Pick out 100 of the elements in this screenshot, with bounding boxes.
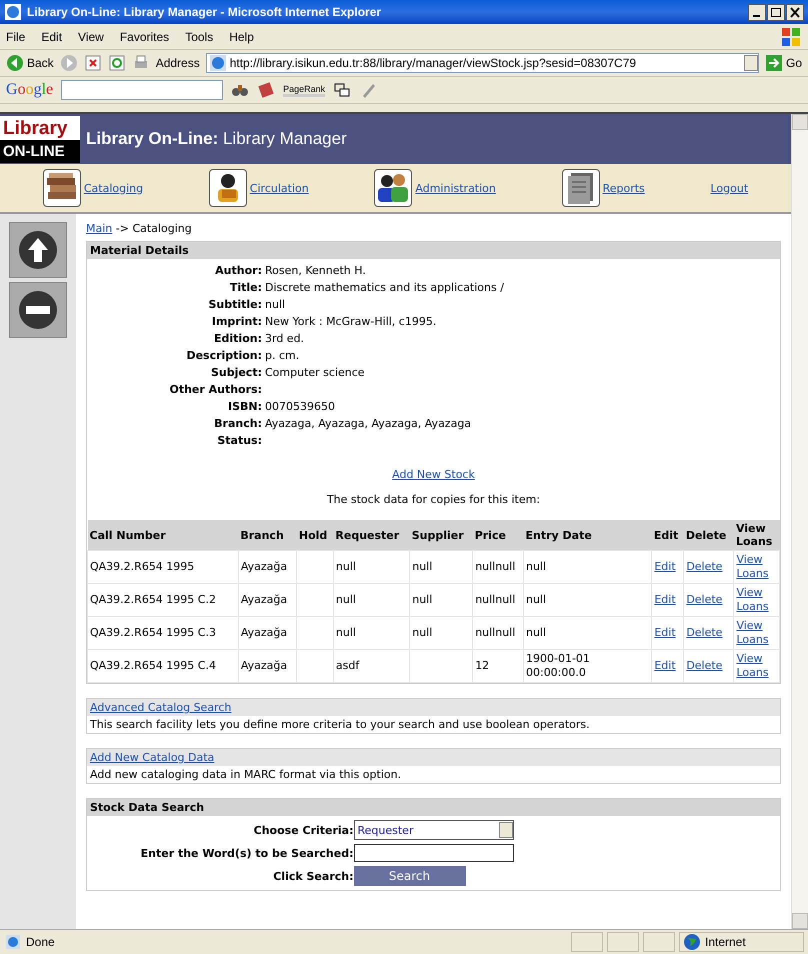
table-cell: null [526,626,546,639]
menu-item[interactable]: Help [229,30,254,44]
breadcrumb-text: -> Cataloging [116,222,192,235]
field-label: Choose Criteria: [252,824,354,836]
people-icon[interactable] [374,169,412,207]
table-cell: Ayazağa [240,593,288,606]
section-heading: Stock Data Search [87,799,780,816]
browser-icon [4,3,22,21]
close-icon[interactable] [786,4,804,20]
refresh-icon[interactable] [108,54,126,72]
stock-note: The stock data for copies for this item: [326,493,540,506]
status-pane [643,932,675,952]
field-label: ISBN: [226,399,262,415]
field-label: Other Authors: [168,382,262,398]
search-button[interactable]: Search [354,866,466,886]
table-cell: null [412,560,432,573]
address-label: Address [156,56,200,70]
field-label: Click Search: [272,870,354,882]
field-value: Computer science [265,366,365,379]
nav-link[interactable]: Circulation [250,182,309,194]
column-header: Delete [686,528,726,542]
table-cell: 1900-01-01 00:00:00.0 [526,652,590,679]
table-cell: nullnull [475,560,516,573]
section-link[interactable]: Add New Catalog Data [90,751,214,764]
column-header: Call Number [90,528,166,542]
add-stock-link[interactable]: Add New Stock [392,468,475,481]
address-field[interactable]: http://library.isikun.edu.tr:88/library/manager/viewStock.jsp?sesid=08307C79 [206,53,759,73]
table-cell: QA39.2.R654 1995 C.3 [90,626,216,639]
nav-link[interactable]: Reports [602,182,645,194]
go-button[interactable]: Go [764,54,802,72]
menu-item[interactable]: File [6,30,26,44]
remove-button[interactable] [9,282,67,338]
windows-flag-icon [780,26,802,48]
column-header: Hold [298,528,328,542]
reader-icon[interactable] [208,169,247,207]
nav-link[interactable]: Logout [710,182,748,194]
pagerank-meter: PageRank [283,84,326,96]
google-logo[interactable]: Google [6,81,54,99]
status-pane [571,932,603,952]
back-button[interactable]: Back [6,54,54,72]
window-title: Library On-Line: Library Manager - Microsoft Internet Explorer [27,5,382,19]
search-input[interactable] [354,844,514,862]
field-value: Rosen, Kenneth H. [265,264,366,277]
field-label: Imprint: [210,314,262,330]
stop-icon[interactable] [84,54,102,72]
table-cell: QA39.2.R654 1995 C.4 [90,659,216,672]
page-icon [4,933,22,951]
search-field[interactable] [61,80,224,100]
globe-icon [683,933,701,951]
column-header: View Loans [736,522,772,548]
field-label: Subject: [210,365,262,381]
zone-text: Internet [705,935,746,949]
table-cell: Ayazağa [240,560,288,573]
maximize-icon[interactable] [767,4,785,20]
field-label: Subtitle: [207,297,262,313]
field-value: New York : McGraw-Hill, c1995. [265,315,436,328]
menu-item[interactable]: View [78,30,104,44]
status-pane [607,932,639,952]
menu-item[interactable]: Edit [41,30,62,44]
menu-item[interactable]: Tools [185,30,214,44]
table-cell: asdf [336,659,360,672]
column-header: Edit [654,528,678,542]
table-cell: QA39.2.R654 1995 [90,560,194,573]
field-value: 3rd ed. [265,332,304,345]
section-description: Add new cataloging data in MARC format via this option. [89,767,402,783]
books-icon[interactable] [42,169,81,207]
field-label: Branch: [213,416,262,432]
minimize-icon[interactable] [748,4,766,20]
page-icon [208,54,227,72]
nav-link[interactable]: Cataloging [84,182,144,194]
menu-item[interactable]: Favorites [120,30,170,44]
table-cell: null [336,560,356,573]
page-title: Library On-Line: Library Manager [86,129,347,149]
field-value: Discrete mathematics and its applications / [265,281,504,294]
up-button[interactable] [9,222,67,278]
table-cell: nullnull [475,626,516,639]
field-value: 0070539650 [265,400,335,413]
field-label: Enter the Word(s) to be Searched: [140,846,354,860]
document-icon[interactable] [562,169,600,207]
column-header: Supplier [412,528,464,542]
table-cell: null [336,626,356,639]
table-cell: nullnull [475,593,516,606]
section-description: This search facility lets you define more criteria to your search and use boolean operators. [89,717,591,733]
field-value: Ayazaga, Ayazaga, Ayazaga, Ayazaga [265,417,472,430]
field-label: Author: [214,263,262,279]
table-cell: 12 [475,659,490,672]
nav-link[interactable]: Administration [415,182,496,194]
table-cell: Ayazağa [240,626,288,639]
windows-icon[interactable] [333,81,352,99]
field-label: Status: [216,433,262,449]
column-header: Price [474,528,506,542]
breadcrumb-link[interactable]: Main [86,222,112,235]
field-value: null [265,298,286,311]
criteria-dropdown[interactable]: Requester [354,820,514,840]
status-text: Done [26,935,55,949]
table-cell: null [526,560,546,573]
field-label: Edition: [213,331,262,347]
table-cell: Ayazağa [240,659,288,672]
table-cell: null [336,593,356,606]
section-link[interactable]: Advanced Catalog Search [90,701,232,714]
